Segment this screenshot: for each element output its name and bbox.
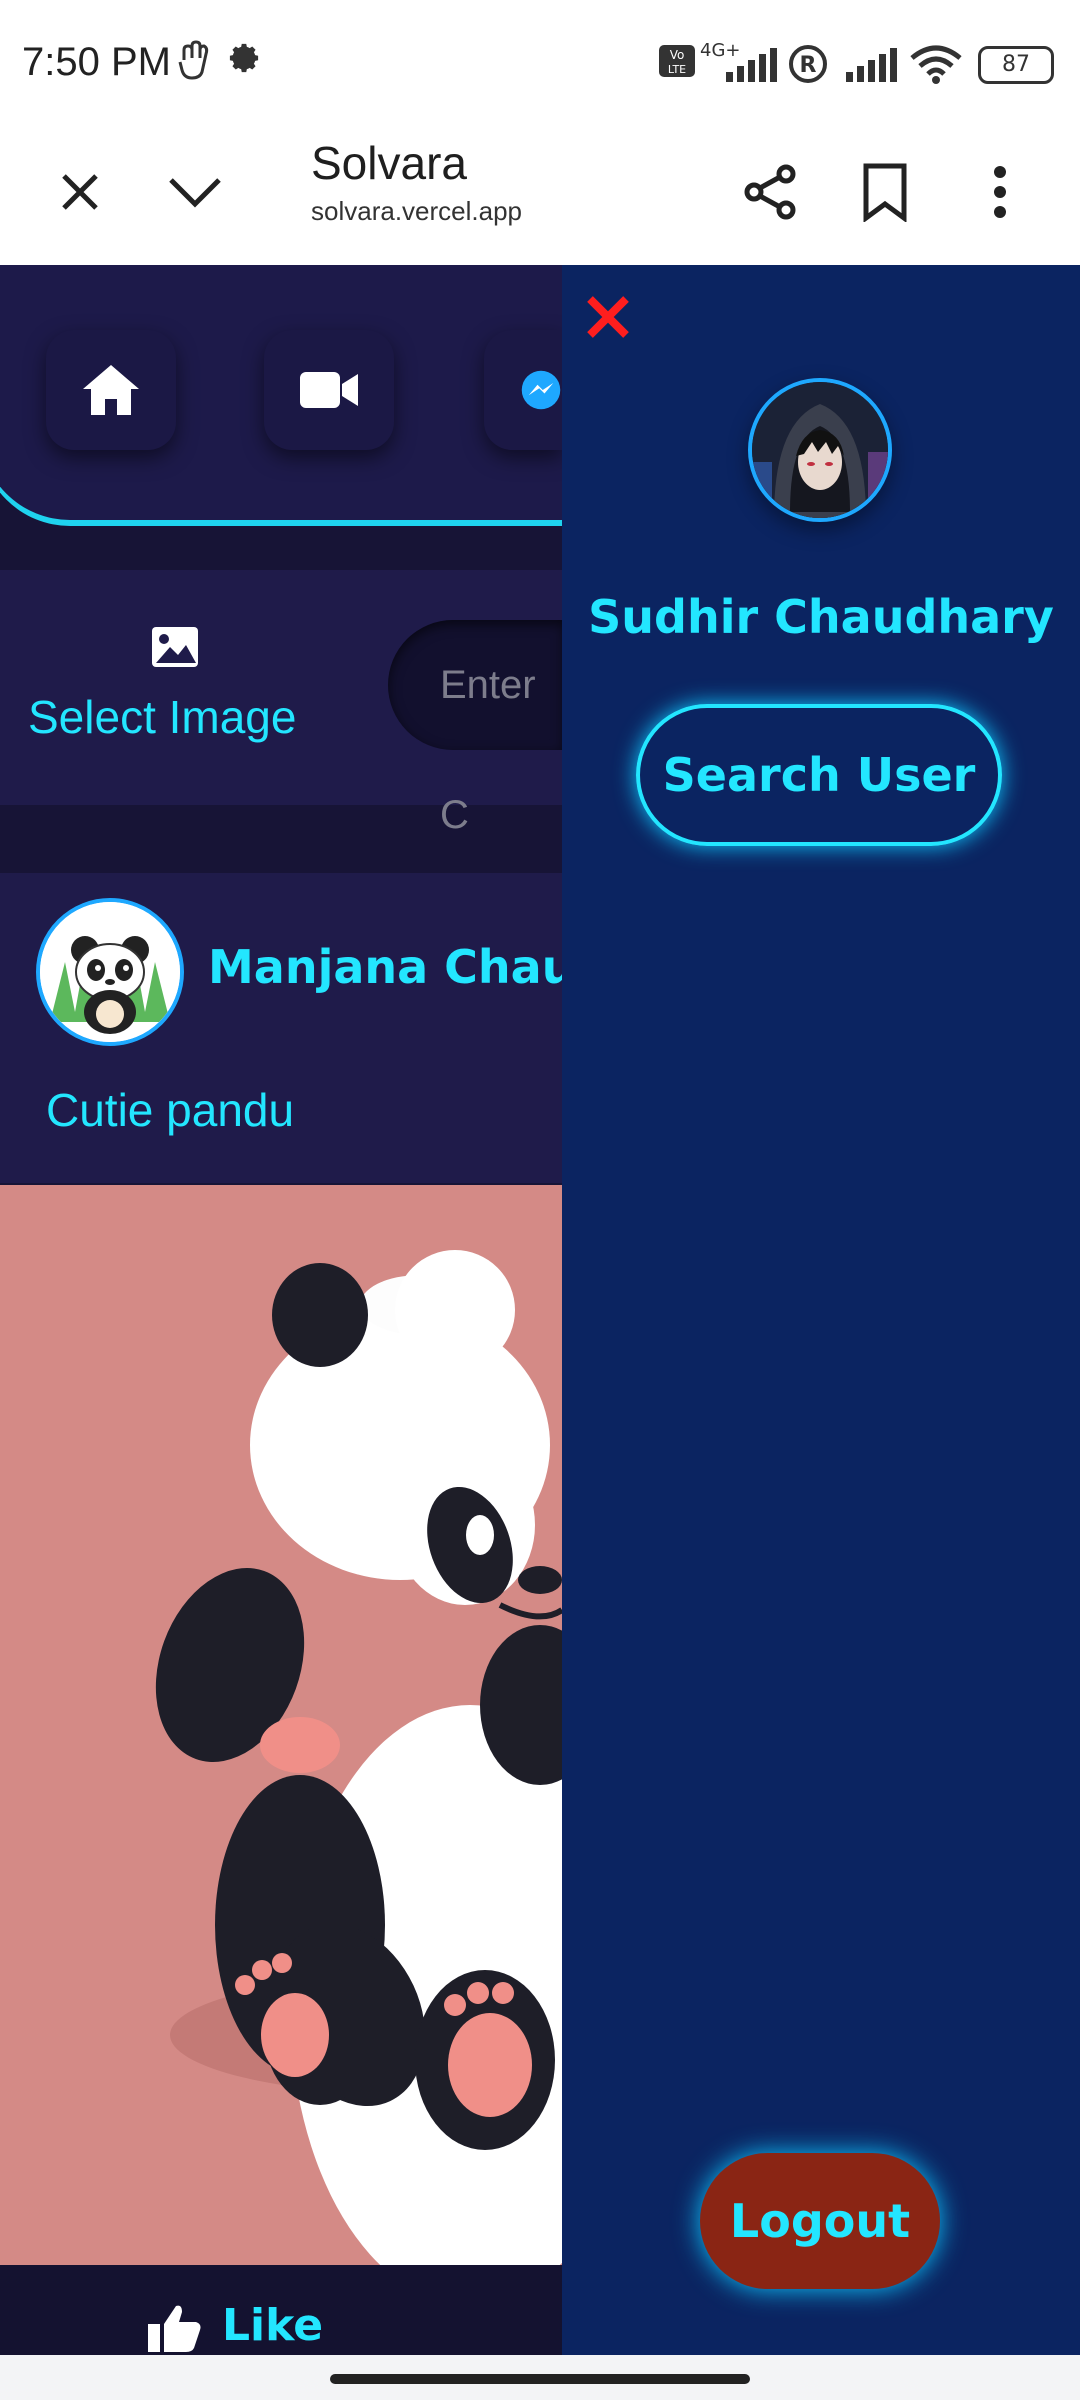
wifi-icon bbox=[908, 44, 964, 93]
svg-text:Vo: Vo bbox=[670, 48, 685, 62]
drawer-user-name: Sudhir Chaudhary bbox=[588, 590, 1054, 644]
select-image-label[interactable]: Select Image bbox=[28, 690, 296, 744]
svg-text:R: R bbox=[800, 53, 817, 78]
avatar[interactable] bbox=[36, 898, 184, 1046]
close-icon[interactable] bbox=[584, 290, 632, 350]
caption-input[interactable]: Enter C bbox=[388, 620, 564, 837]
home-icon[interactable] bbox=[46, 330, 176, 450]
like-button[interactable]: Like bbox=[222, 2300, 323, 2351]
more-vert-icon[interactable] bbox=[960, 152, 1040, 232]
page-title: Solvara bbox=[311, 137, 467, 189]
messenger-icon[interactable] bbox=[484, 330, 562, 450]
volte-icon: Vo LTE bbox=[658, 44, 696, 87]
chevron-down-icon[interactable] bbox=[155, 152, 235, 232]
status-bar: 7:50 PM Vo LTE 4G+ R 87 bbox=[0, 0, 1080, 120]
side-drawer bbox=[562, 265, 1080, 2355]
status-time: 7:50 PM bbox=[22, 40, 171, 84]
logout-button[interactable]: Logout bbox=[700, 2153, 940, 2289]
share-icon[interactable] bbox=[730, 152, 810, 232]
post-caption: Cutie pandu bbox=[46, 1084, 295, 1136]
thumbs-up-icon[interactable] bbox=[146, 2302, 202, 2358]
image-icon[interactable] bbox=[150, 625, 200, 673]
browser-toolbar: Solvara solvara.vercel.app bbox=[0, 120, 1080, 266]
roaming-icon: R bbox=[788, 44, 828, 93]
user-avatar[interactable] bbox=[748, 378, 892, 522]
video-icon[interactable] bbox=[264, 330, 394, 450]
post-image bbox=[0, 1185, 562, 2265]
signal-icon bbox=[724, 48, 780, 91]
page-url[interactable]: solvara.vercel.app bbox=[311, 196, 522, 227]
svg-text:LTE: LTE bbox=[668, 63, 686, 76]
battery-icon: 87 bbox=[978, 46, 1054, 84]
signal-icon bbox=[844, 48, 900, 91]
search-user-button[interactable]: Search User bbox=[636, 704, 1002, 846]
bookmark-icon[interactable] bbox=[845, 152, 925, 232]
gear-icon bbox=[226, 40, 262, 85]
close-icon[interactable] bbox=[40, 152, 120, 232]
home-gesture-handle[interactable] bbox=[330, 2374, 750, 2384]
post-author[interactable]: Manjana Chau bbox=[208, 940, 574, 994]
hand-icon bbox=[176, 40, 212, 89]
